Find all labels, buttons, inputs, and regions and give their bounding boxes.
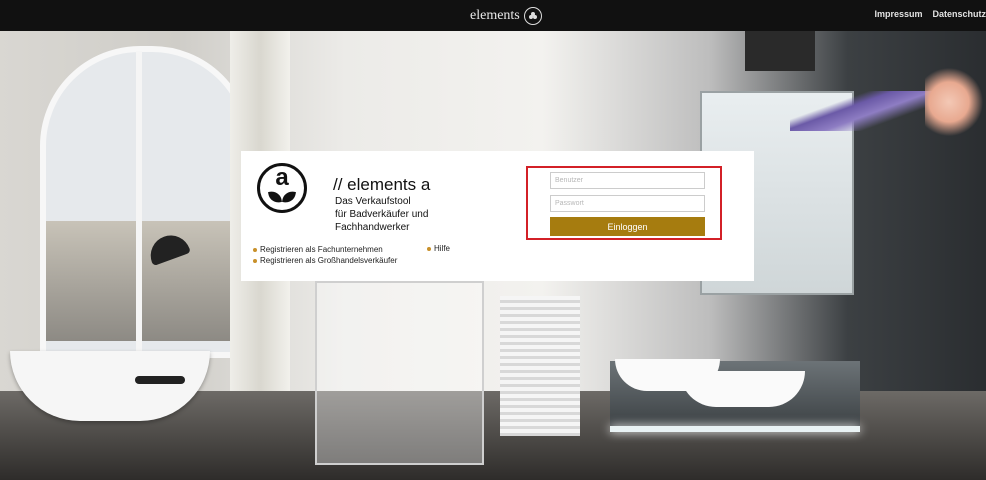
logo-letter: a	[275, 164, 289, 191]
vanity-light	[610, 426, 860, 432]
lavender-decoration	[790, 91, 940, 131]
bullet-icon	[253, 258, 257, 263]
subtitle-line: Das Verkaufstool	[335, 196, 411, 207]
rose-decoration	[925, 66, 985, 146]
help-link[interactable]: Hilfe	[434, 244, 450, 253]
username-input[interactable]	[550, 172, 705, 189]
register-wholesale-link[interactable]: Registrieren als Großhandelsverkäufer	[260, 256, 397, 265]
logo-leaf-left	[268, 190, 282, 204]
top-links: Impressum Datenschutz	[874, 9, 986, 19]
datenschutz-link[interactable]: Datenschutz	[932, 9, 986, 19]
subtitle-line: Fachhandwerker	[335, 222, 410, 233]
app-title: // elements a	[333, 175, 431, 194]
bullet-icon	[427, 246, 431, 251]
register-trade-link[interactable]: Registrieren als Fachunternehmen	[260, 245, 383, 254]
wall-tv	[745, 31, 815, 71]
subtitle-line: für Badverkäufer und	[335, 209, 429, 220]
glass-shower	[315, 281, 484, 465]
bullet-icon	[253, 247, 257, 252]
elements-a-logo-icon: a	[257, 163, 307, 213]
help-link-wrapper: Hilfe	[427, 244, 450, 253]
brand-flower-icon	[523, 7, 542, 25]
window-frame	[136, 51, 142, 351]
password-input[interactable]	[550, 195, 705, 212]
registration-links: Registrieren als Fachunternehmen Registr…	[253, 244, 397, 266]
logo-leaf-right	[282, 190, 296, 204]
login-button[interactable]: Einloggen	[550, 217, 705, 236]
brand-logo[interactable]: elements	[470, 7, 542, 25]
towel-radiator	[500, 296, 580, 436]
top-bar: elements Impressum Datenschutz	[0, 0, 986, 31]
impressum-link[interactable]: Impressum	[874, 9, 922, 19]
login-card: a // elements a Das Verkaufstool für Bad…	[241, 151, 754, 281]
brand-name: elements	[470, 8, 520, 23]
side-stool	[135, 376, 185, 384]
washbasin-right	[680, 371, 805, 407]
app-subtitle: Das Verkaufstool für Badverkäufer und Fa…	[335, 195, 475, 234]
